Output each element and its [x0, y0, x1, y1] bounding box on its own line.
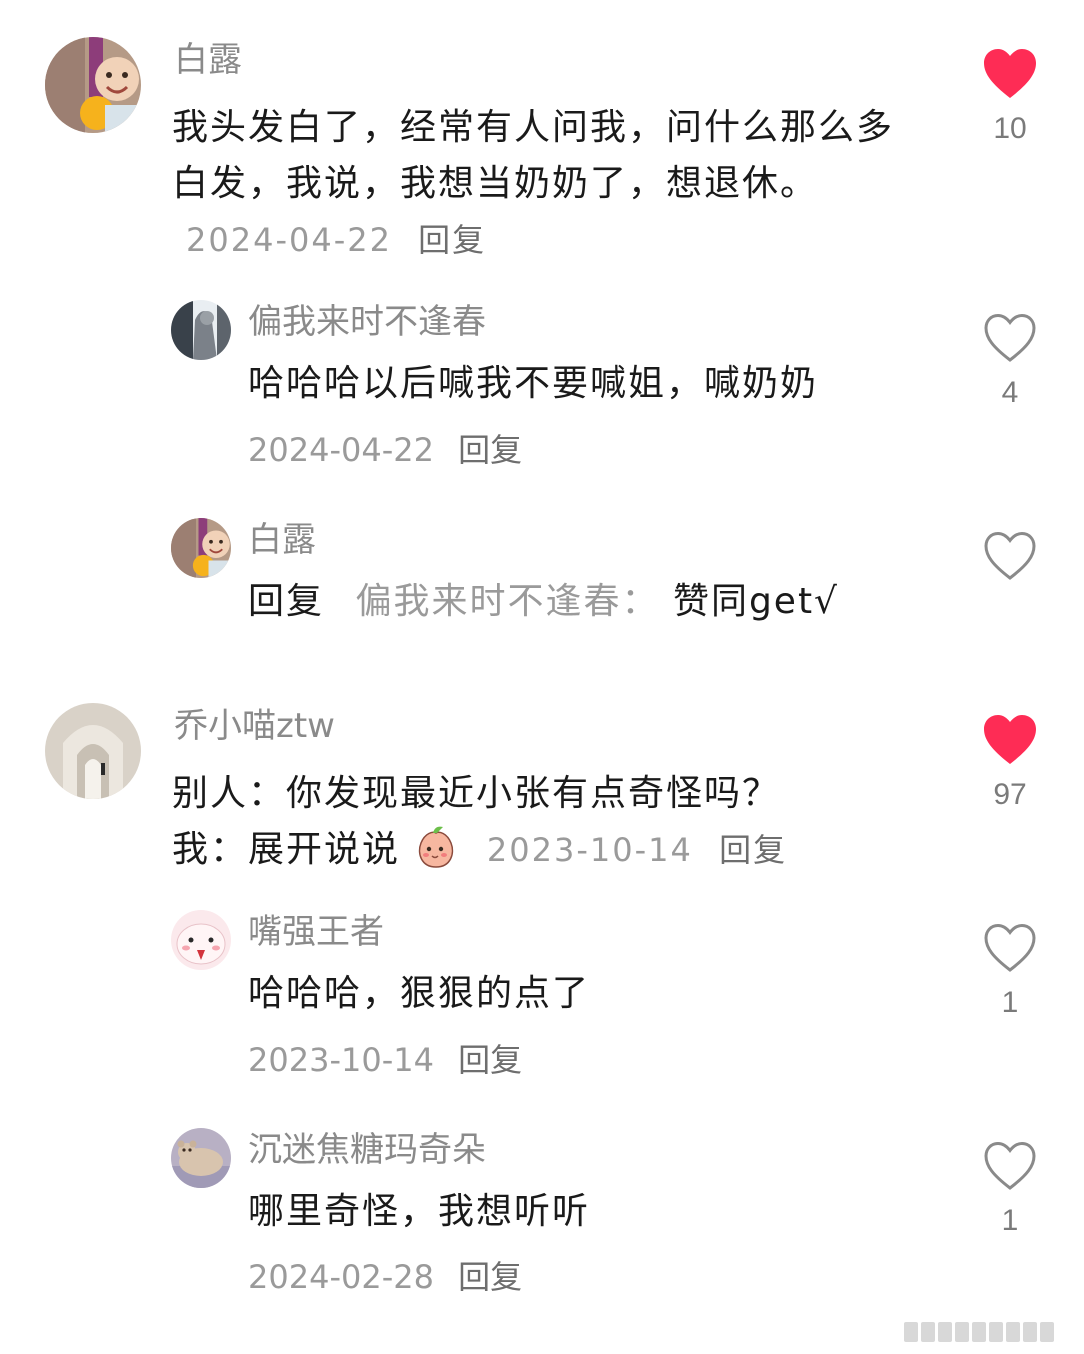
peach-emoji-icon — [413, 823, 459, 869]
avatar-chenmi-image — [171, 1128, 231, 1188]
avatar-qiaoxiaomiao-image — [45, 703, 141, 799]
like-button[interactable]: 10 — [982, 48, 1038, 146]
comment-date: 2024-04-22 — [186, 221, 392, 259]
reply-button[interactable]: 回复 — [418, 221, 486, 259]
watermark — [904, 1322, 1074, 1344]
like-count: 10 — [993, 112, 1027, 145]
reply-to-name[interactable]: 偏我来时不逢春： — [355, 581, 659, 622]
avatar-bailu-image — [45, 37, 141, 133]
reply-text: 哈哈哈，狠狠的点了 — [248, 973, 591, 1014]
comment-meta: 2023-10-14 回复 — [487, 831, 787, 869]
avatar-bailu[interactable] — [45, 37, 141, 133]
like-button[interactable]: 1 — [982, 1140, 1038, 1238]
reply-text: 哪里奇怪，我想听听 — [248, 1191, 591, 1232]
avatar-pianwo[interactable] — [171, 300, 231, 360]
avatar-qiaoxiaomiao[interactable] — [45, 703, 141, 799]
comment-text: 我头发白了，经常有人问我，问什么那么多白发，我说，我想当奶奶了，想退休。 202… — [172, 100, 902, 268]
heart-outline-icon — [984, 923, 1036, 972]
heart-outline-icon — [984, 1141, 1036, 1190]
username[interactable]: 白露 — [248, 518, 316, 562]
heart-outline-icon — [984, 531, 1036, 580]
reply-button[interactable]: 回复 — [458, 1258, 522, 1296]
username[interactable]: 嘴强王者 — [248, 910, 384, 954]
avatar-chenmi[interactable] — [171, 1128, 231, 1188]
comment-line-2: 我：展开说说 2023-10-14 回复 — [172, 822, 912, 878]
username[interactable]: 白露 — [174, 38, 242, 82]
reply-date: 2023-10-14 — [248, 1041, 434, 1079]
avatar-pianwo-image — [171, 300, 231, 360]
reply-button[interactable]: 回复 — [719, 831, 787, 869]
heart-filled-icon — [984, 715, 1036, 764]
avatar-bailu-small-image — [171, 518, 231, 578]
reply-text: 回复 偏我来时不逢春： 赞同get√ — [248, 574, 928, 630]
username[interactable]: 乔小喵ztw — [174, 704, 335, 748]
avatar-zuiqiang[interactable] — [171, 910, 231, 970]
like-count: 97 — [993, 778, 1027, 811]
comment-line-1: 别人：你发现最近小张有点奇怪吗？ — [172, 773, 781, 814]
reply-text: 哈哈哈以后喊我不要喊姐，喊奶奶 — [248, 363, 819, 404]
reply-body: 赞同get√ — [672, 581, 839, 622]
like-button[interactable]: 4 — [982, 312, 1038, 410]
comment-meta: 2024-04-22 回复 — [186, 221, 486, 259]
comment-text: 别人：你发现最近小张有点奇怪吗？ 我：展开说说 2023-10-14 回复 — [172, 766, 912, 878]
comment-body: 我头发白了，经常有人问我，问什么那么多白发，我说，我想当奶奶了，想退休。 — [172, 107, 895, 204]
like-count: 1 — [1001, 986, 1019, 1019]
comment-line-2-text: 我：展开说说 — [172, 829, 401, 870]
like-count: 1 — [1001, 1204, 1019, 1237]
reply-meta: 2024-04-22 回复 — [248, 428, 522, 472]
reply-date: 2024-02-28 — [248, 1258, 434, 1296]
reply-prefix: 回复 — [248, 581, 325, 622]
reply-meta: 2024-02-28 回复 — [248, 1255, 522, 1299]
reply-date: 2024-04-22 — [248, 431, 434, 469]
reply-meta: 2023-10-14 回复 — [248, 1038, 522, 1082]
username[interactable]: 偏我来时不逢春 — [248, 300, 486, 344]
like-button[interactable] — [982, 530, 1038, 582]
like-count: 4 — [1001, 376, 1019, 409]
like-button[interactable]: 1 — [982, 922, 1038, 1020]
avatar-bailu-small[interactable] — [171, 518, 231, 578]
heart-filled-icon — [984, 49, 1036, 98]
like-button[interactable]: 97 — [982, 714, 1038, 812]
comment-date: 2023-10-14 — [486, 831, 693, 869]
heart-outline-icon — [984, 313, 1036, 362]
username[interactable]: 沉迷焦糖玛奇朵 — [248, 1128, 486, 1172]
avatar-zuiqiang-image — [171, 910, 231, 970]
reply-button[interactable]: 回复 — [458, 431, 522, 469]
reply-button[interactable]: 回复 — [458, 1041, 522, 1079]
